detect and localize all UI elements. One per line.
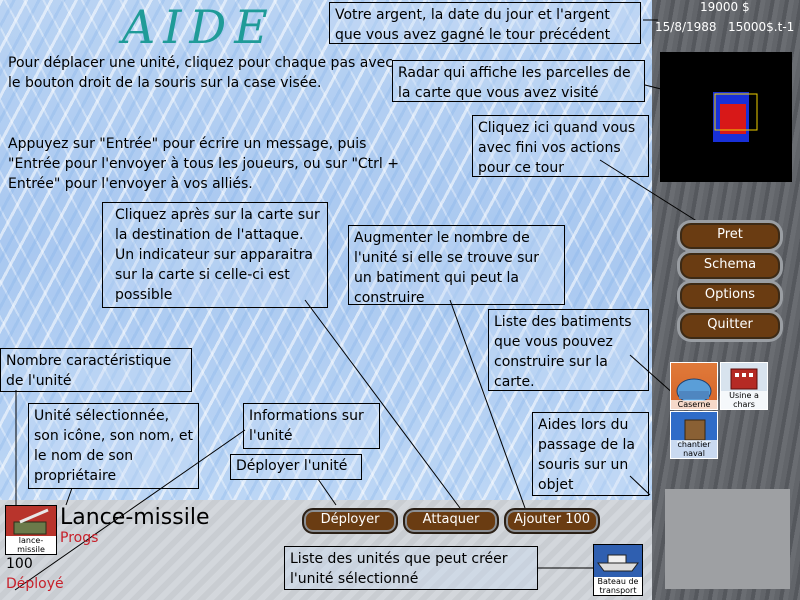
unit-icon-label: lance-missile — [6, 536, 56, 554]
building-label: Caserne — [671, 400, 717, 409]
options-button[interactable]: Options — [680, 283, 780, 309]
help-selected: Unité sélectionnée, son icône, son nom, … — [28, 403, 199, 489]
help-produce: Liste des unités que peut créer l'unité … — [284, 546, 538, 590]
attack-button[interactable]: Attaquer — [403, 508, 499, 534]
unit-icon: lance-missile — [5, 505, 57, 555]
radar-minimap[interactable] — [660, 52, 792, 182]
quit-button[interactable]: Quitter — [680, 313, 780, 339]
add-100-button[interactable]: Ajouter 100 — [504, 508, 600, 534]
help-radar: Radar qui affiche les parcelles de la ca… — [392, 60, 645, 102]
date-income-display: 15/8/1988 15000$.t-1 — [655, 20, 800, 34]
building-caserne[interactable]: Caserne — [670, 362, 718, 410]
date-display: 15/8/1988 — [655, 20, 717, 34]
building-chantier-naval[interactable]: chantier naval — [670, 411, 718, 459]
building-usine-a-chars[interactable]: Usine a chars — [720, 362, 768, 410]
hover-info-panel — [665, 489, 790, 589]
building-label: chantier naval — [671, 440, 717, 458]
page-title: AIDE — [122, 0, 276, 54]
help-add: Augmenter le nombre de l'unité si elle s… — [348, 225, 565, 306]
income-display: 15000$.t-1 — [727, 20, 795, 34]
producible-unit-label: Bateau de transport — [594, 577, 642, 595]
help-attack: Cliquez après sur la carte sur la destin… — [102, 202, 328, 308]
help-message-text: Appuyez sur "Entrée" pour écrire un mess… — [8, 136, 399, 192]
help-characteristic: Nombre caractéristique de l'unité — [0, 348, 192, 392]
unit-characteristic-number: 100 — [6, 556, 33, 572]
building-label: Usine a chars — [721, 391, 767, 409]
transport-ship-icon — [597, 554, 639, 572]
help-deploy: Déployer l'unité — [230, 454, 362, 480]
ready-button[interactable]: Pret — [680, 223, 780, 249]
money-display: 19000 $ — [700, 0, 750, 14]
radar-map-icon — [713, 92, 758, 142]
help-move-text: Pour déplacer une unité, cliquez pour ch… — [8, 55, 393, 91]
unit-owner: Progs — [60, 530, 99, 546]
producible-unit-icon[interactable]: Bateau de transport — [593, 544, 643, 596]
help-money-date: Votre argent, la date du jour et l'argen… — [329, 2, 641, 44]
unit-deploy-status: Déployé — [6, 576, 64, 592]
deploy-button[interactable]: Déployer — [302, 508, 398, 534]
barracks-icon — [676, 378, 712, 404]
help-ready: Cliquez ici quand vous avec fini vos act… — [472, 115, 649, 177]
help-info: Informations sur l'unité — [243, 403, 380, 449]
unit-name: Lance-missile — [60, 505, 210, 530]
help-buildings: Liste des batiments que vous pouvez cons… — [488, 309, 649, 391]
tank-factory-icon — [730, 368, 758, 390]
schema-button[interactable]: Schema — [680, 253, 780, 279]
help-hover: Aides lors du passage de la souris sur u… — [532, 412, 649, 496]
